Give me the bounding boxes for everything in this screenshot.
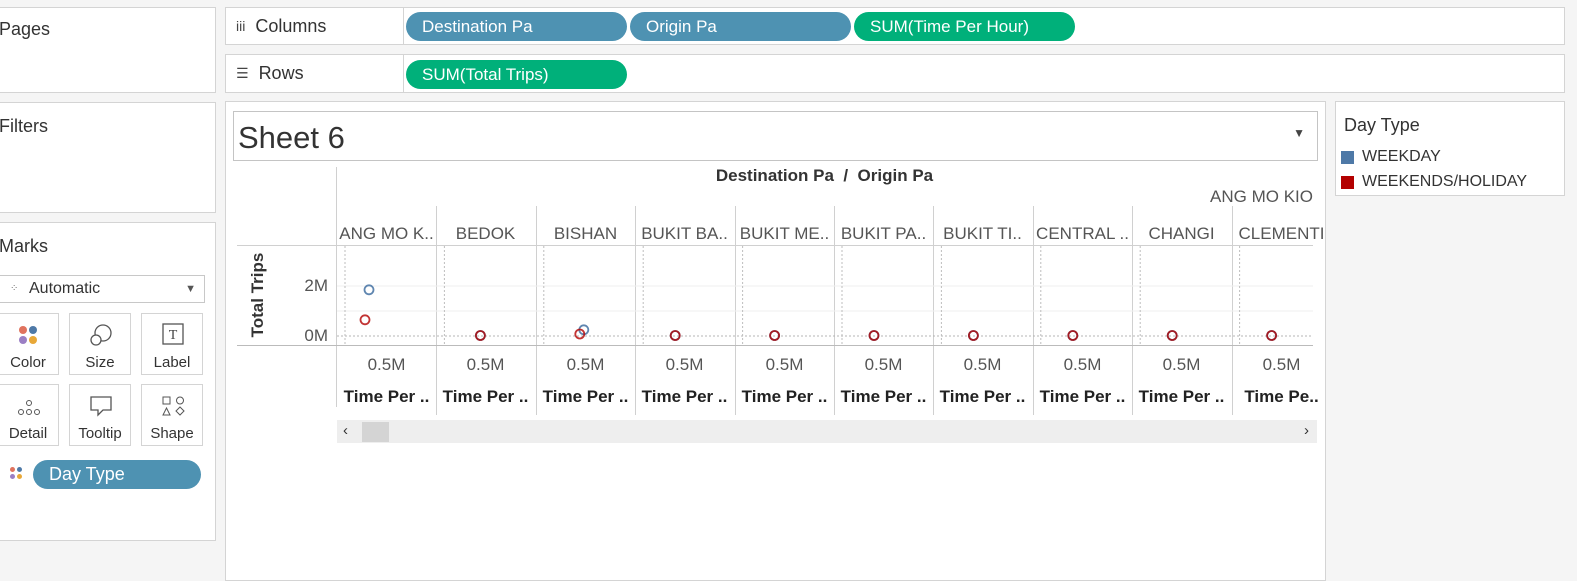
x-axis-title[interactable]: Time Per .. [933, 387, 1032, 407]
pane-header-7[interactable]: BUKIT TI.. [933, 224, 1032, 244]
x-axis-title[interactable]: Time Per .. [536, 387, 635, 407]
color-dots-icon [19, 326, 37, 344]
x-axis-title[interactable]: Time Per .. [635, 387, 734, 407]
pane-header-10[interactable]: CLEMENTI [1232, 224, 1331, 244]
columns-label-text: Columns [255, 15, 327, 36]
x-axis-title[interactable]: Time Per .. [834, 387, 933, 407]
pane-header-6[interactable]: BUKIT PA.. [834, 224, 933, 244]
pane-header-5[interactable]: BUKIT ME.. [735, 224, 834, 244]
destination-header: ANG MO KIO [1210, 187, 1313, 206]
rows-icon: ☰ [236, 65, 249, 81]
rows-label-text: Rows [258, 63, 304, 83]
scroll-right-icon[interactable]: › [1304, 422, 1309, 439]
x-tick-label: 0.5M [963, 355, 1002, 374]
sheet-title-box[interactable]: Sheet 6 ▼ [233, 111, 1318, 161]
rows-shelf: ☰ Rows SUM(Total Trips) [225, 54, 1565, 93]
x-tick-label: 0.5M [665, 355, 704, 374]
detail-label: Detail [8, 425, 48, 442]
weekends-holiday-swatch [1341, 175, 1354, 189]
chevron-down-icon[interactable]: ▼ [185, 276, 196, 302]
pane-header-8[interactable]: CENTRAL .. [1033, 224, 1132, 244]
x-axis-title[interactable]: Time Per .. [337, 387, 436, 407]
label-label: Label [153, 354, 191, 371]
x-tick-label: 0.5M [367, 355, 406, 374]
x-tick-label: 0.5M [466, 355, 505, 374]
x-tick-label: 0.5M [864, 355, 903, 374]
color-field-icon [10, 467, 22, 479]
shape-label: Shape [150, 425, 194, 442]
svg-text:T: T [169, 328, 178, 343]
legend-item-weekday[interactable]: WEEKDAY [1341, 148, 1441, 166]
size-label: Size [85, 354, 115, 371]
y-axis-title: Total Trips [248, 252, 267, 338]
legend-item-weekends-holiday[interactable]: WEEKENDS/HOLIDAY [1341, 173, 1527, 191]
sheet-title: Sheet 6 [238, 120, 345, 155]
legend-item-label: WEEKDAY [1362, 148, 1441, 165]
columns-icon: iii [236, 18, 246, 34]
tooltip-button[interactable]: Tooltip [69, 384, 131, 446]
pane-header-4[interactable]: BUKIT BA.. [635, 224, 734, 244]
detail-dots-icon [18, 400, 40, 415]
horizontal-scrollbar[interactable]: ‹ › [337, 420, 1317, 443]
x-tick-label: 0.5M [566, 355, 605, 374]
columns-label: iii Columns [226, 8, 404, 44]
detail-button[interactable]: Detail [0, 384, 59, 446]
chevron-down-icon[interactable]: ▼ [1293, 126, 1305, 140]
label-button[interactable]: T Label [141, 313, 203, 375]
tooltip-label: Tooltip [78, 425, 122, 442]
x-tick-label: 0.5M [765, 355, 804, 374]
mark-type-dropdown[interactable]: ⁘ Automatic ▼ [0, 275, 205, 303]
scroll-left-icon[interactable]: ‹ [343, 422, 348, 439]
scrollbar-thumb[interactable] [362, 422, 389, 442]
x-tick-label: 0.5M [1063, 355, 1102, 374]
pages-title: Pages [0, 19, 51, 39]
shape-button[interactable]: Shape [141, 384, 203, 446]
axis-bottom-line [237, 345, 1313, 346]
x-axis-title[interactable]: Time Per .. [1132, 387, 1231, 407]
x-axis-title[interactable]: Time Per .. [436, 387, 535, 407]
x-axis-title[interactable]: Time Per .. [735, 387, 834, 407]
destination-pa-pill[interactable]: Destination Pa [406, 12, 627, 41]
pane-header-1[interactable]: ANG MO K.. [337, 224, 436, 244]
mark-type-icon: ⁘ [10, 283, 19, 294]
y-tick-label: 2M [304, 276, 328, 295]
shape-icon [162, 396, 185, 416]
sum-total-trips-pill[interactable]: SUM(Total Trips) [406, 60, 627, 89]
axis-top-line [237, 245, 1313, 246]
color-label: Color [10, 354, 46, 371]
pane-header-2[interactable]: BEDOK [436, 224, 535, 244]
x-axis-title[interactable]: Time Per .. [1033, 387, 1132, 407]
sum-time-per-hour-pill[interactable]: SUM(Time Per Hour) [854, 12, 1075, 41]
size-button[interactable]: Size [69, 313, 131, 375]
column-header-title: Destination Pa / Origin Pa [715, 166, 934, 185]
color-button[interactable]: Color [0, 313, 59, 375]
weekday-swatch [1341, 150, 1354, 164]
x-tick-label: 0.5M [1262, 355, 1301, 374]
pane-header-9[interactable]: CHANGI [1132, 224, 1231, 244]
marks-title: Marks [0, 236, 48, 256]
y-tick-label: 0M [304, 326, 328, 345]
label-t-icon: T [162, 323, 184, 345]
mark-type-value: Automatic [29, 280, 101, 297]
columns-shelf: iii Columns Destination Pa Origin Pa SUM… [225, 7, 1565, 45]
pane-header-3[interactable]: BISHAN [536, 224, 635, 244]
origin-pa-pill[interactable]: Origin Pa [630, 12, 851, 41]
tooltip-bubble-icon [90, 396, 112, 417]
pages-panel[interactable]: Pages [0, 7, 216, 93]
size-circles-icon [90, 324, 112, 346]
day-type-pill[interactable]: Day Type [33, 460, 201, 489]
legend-item-label: WEEKENDS/HOLIDAY [1362, 173, 1528, 190]
x-axis-title[interactable]: Time Pe.. [1232, 387, 1331, 407]
marks-panel: Marks ⁘ Automatic ▼ Color Size T Label D… [0, 222, 216, 541]
x-tick-label: 0.5M [1162, 355, 1201, 374]
legend-title: Day Type [1344, 115, 1420, 135]
rows-label: ☰ Rows [226, 55, 404, 92]
filters-title: Filters [0, 116, 48, 136]
filters-panel[interactable]: Filters [0, 102, 216, 213]
